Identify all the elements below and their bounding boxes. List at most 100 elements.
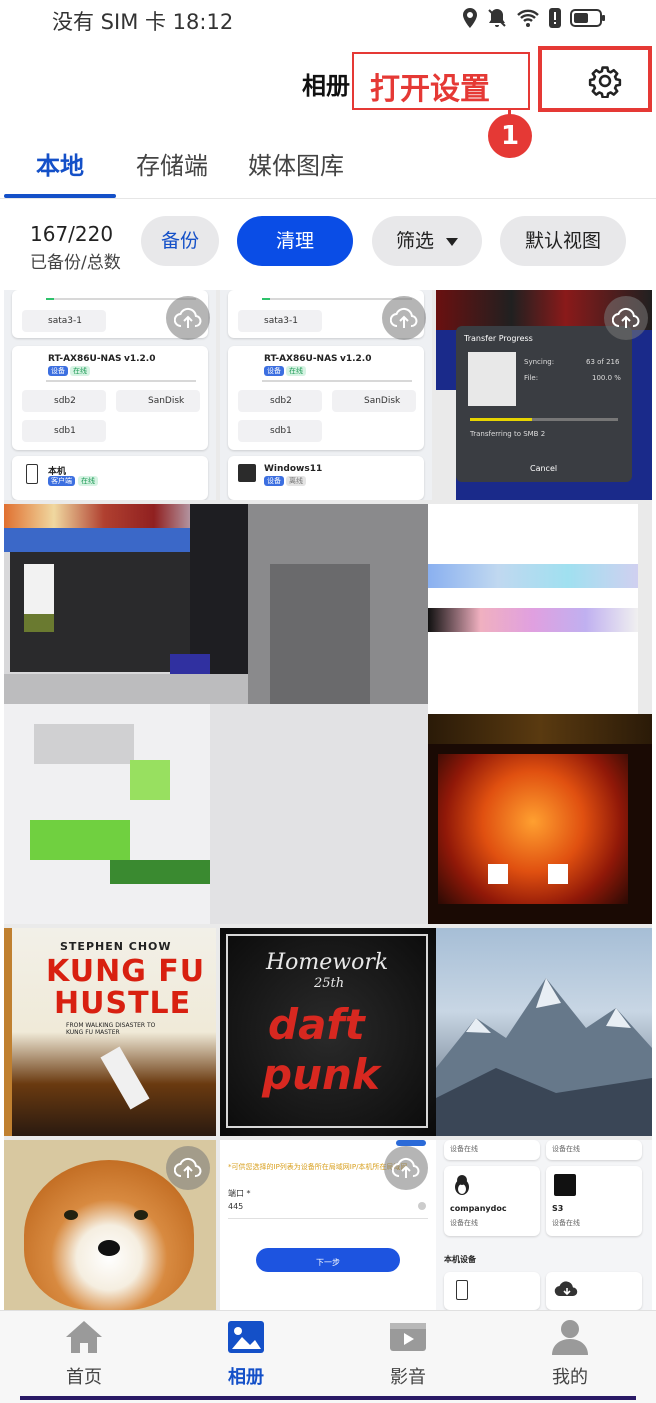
photo-thumbnail[interactable]: sata3-1 RT-AX86U-NAS v1.2.0 设备 在线 sdb2 S…: [4, 290, 216, 500]
clean-button[interactable]: 清理: [237, 216, 353, 266]
thumb-form-next-label: 下一步: [316, 1258, 340, 1267]
thumb-card: RT-AX86U-NAS v1.2.0 设备 在线 sdb2 SanDisk s…: [12, 346, 208, 450]
nav-album[interactable]: 相册: [186, 1319, 306, 1389]
alert-icon: [549, 8, 561, 28]
home-icon: [66, 1321, 102, 1353]
thumb-card: S3 设备在线: [546, 1166, 642, 1236]
thumb-text: 设备在线: [450, 1145, 478, 1153]
tab-media-library[interactable]: 媒体图库: [248, 146, 344, 181]
transfer-file-label: File:: [524, 374, 539, 382]
tab-local[interactable]: 本地: [36, 146, 84, 181]
thumb-text: RT-AX86U-NAS: [264, 354, 338, 364]
thumb-form-next-button: 下一步: [256, 1248, 400, 1272]
thumb-tag: 在线: [78, 476, 98, 486]
transfer-status: Transferring to SMB 2: [470, 430, 546, 438]
nav-media[interactable]: 影音: [348, 1319, 468, 1389]
thumb-card: RT-AX86U-NAS v1.2.0 设备 在线 sdb2 SanDisk s…: [228, 346, 424, 450]
transfer-dialog: Transfer Progress Syncing: 63 of 216 Fil…: [456, 326, 632, 482]
photo-thumbnail[interactable]: [4, 504, 428, 924]
transfer-progress-fill: [470, 418, 533, 421]
view-mode-button[interactable]: 默认视图: [500, 216, 626, 266]
backup-count: 167/220: [30, 222, 114, 246]
thumb-section-title: 本机设备: [444, 1255, 476, 1264]
thumb-text: sdb2: [54, 396, 76, 406]
transfer-syncing-value: 63 of 216: [586, 358, 620, 366]
photo-grid: sata3-1 RT-AX86U-NAS v1.2.0 设备 在线 sdb2 S…: [4, 290, 652, 1310]
photo-thumbnail[interactable]: Transfer Progress Syncing: 63 of 216 Fil…: [436, 290, 652, 500]
nav-me-label: 我的: [552, 1367, 588, 1388]
cloud-upload-icon: [390, 307, 418, 328]
filter-button[interactable]: 筛选: [372, 216, 482, 266]
thumb-tag: 设备: [264, 366, 284, 376]
nav-home-label: 首页: [66, 1367, 102, 1388]
thumb-card: companydoc 设备在线: [444, 1166, 540, 1236]
transfer-cancel: Cancel: [530, 464, 558, 473]
status-bar: 没有 SIM 卡 18:12: [0, 0, 656, 40]
tab-active-indicator: [4, 194, 116, 198]
photo-thumbnail[interactable]: STEPHEN CHOW KUNG FU HUSTLE FROM WALKING…: [4, 928, 216, 1136]
thumb-text: v1.2.0: [340, 354, 372, 364]
filter-label: 筛选: [395, 230, 434, 252]
transfer-file-value: 100.0 %: [592, 374, 621, 382]
thumb-card: 设备在线: [444, 1140, 540, 1160]
thumb-card: [546, 1272, 642, 1310]
nav-home[interactable]: 首页: [24, 1319, 144, 1389]
nav-me[interactable]: 我的: [510, 1319, 630, 1389]
thumb-text: sdb1: [270, 426, 292, 436]
cloud-upload-icon: [174, 1157, 202, 1178]
battery-icon: [570, 9, 605, 27]
location-icon: [463, 8, 477, 28]
photo-thumbnail[interactable]: 设备在线 设备在线 companydoc 设备在线 S3 设备在线 本机设备: [436, 1140, 652, 1310]
photo-thumbnail[interactable]: sata3-1 RT-AX86U-NAS v1.2.0 设备 在线 sdb2 S…: [220, 290, 432, 500]
upload-status[interactable]: [382, 296, 426, 340]
transfer-title: Transfer Progress: [464, 334, 533, 343]
thumb-text: sata3-1: [48, 316, 82, 326]
thumb-text: sata3-1: [264, 316, 298, 326]
poster-title-line2: HUSTLE: [54, 986, 192, 1021]
cloud-download-icon: [554, 1281, 578, 1297]
thumb-form-port-label: 端口 *: [228, 1189, 251, 1198]
upload-status[interactable]: [166, 1146, 210, 1190]
thumb-card: 本机 客户端 在线: [12, 456, 208, 500]
photo-thumbnail[interactable]: [428, 714, 652, 924]
poster-line2: 25th: [314, 976, 345, 991]
poster-line1: Homework: [266, 950, 389, 975]
linux-tux-icon: [455, 1175, 469, 1195]
photo-thumbnail[interactable]: Homework 25th daft punk: [220, 928, 436, 1136]
upload-status[interactable]: [604, 296, 648, 340]
upload-status[interactable]: [166, 296, 210, 340]
photo-thumbnail[interactable]: [428, 504, 652, 714]
annotation-callout: 打开设置: [352, 52, 530, 110]
thumb-tag: 离线: [286, 476, 306, 486]
page-title: 相册: [302, 72, 350, 100]
poster-band-line2: punk: [262, 1050, 380, 1099]
upload-status[interactable]: [384, 1146, 428, 1190]
thumb-text: SanDisk: [364, 396, 401, 406]
backup-button[interactable]: 备份: [141, 216, 219, 266]
status-icons: [462, 7, 606, 29]
photo-thumbnail[interactable]: *可供您选择的IP列表为设备所在局域网IP/本机所在局域网 端口 * 445 下…: [220, 1140, 436, 1310]
thumb-text: Windows11: [264, 464, 323, 474]
thumb-text: S3: [552, 1204, 564, 1213]
photo-thumbnail[interactable]: [436, 928, 652, 1136]
thumb-tag: 客户端: [48, 476, 75, 486]
thumb-tag: 在线: [286, 366, 306, 376]
transfer-syncing-label: Syncing:: [524, 358, 555, 366]
transfer-progress-track: [470, 418, 618, 421]
thumb-text: v1.2.0: [124, 354, 156, 364]
user-icon: [552, 1320, 588, 1355]
mountain-scene: [436, 978, 652, 1136]
thumb-text: sdb2: [270, 396, 292, 406]
poster-band-line1: daft: [268, 1000, 365, 1049]
tab-storage[interactable]: 存储端: [136, 146, 208, 181]
thumb-tag: 设备: [48, 366, 68, 376]
photo-thumbnail[interactable]: [4, 1140, 216, 1310]
thumb-card: [444, 1272, 540, 1310]
thumb-text: 设备在线: [450, 1219, 478, 1227]
thumb-text: 设备在线: [552, 1219, 580, 1227]
poster-tagline: FROM WALKING DISASTER TO KUNG FU MASTER: [66, 1022, 156, 1036]
settings-gear-icon[interactable]: [588, 64, 622, 98]
thumb-text: sdb1: [54, 426, 76, 436]
thumb-form-port-value: 445: [228, 1202, 244, 1211]
poster-credit: STEPHEN CHOW: [60, 940, 172, 953]
